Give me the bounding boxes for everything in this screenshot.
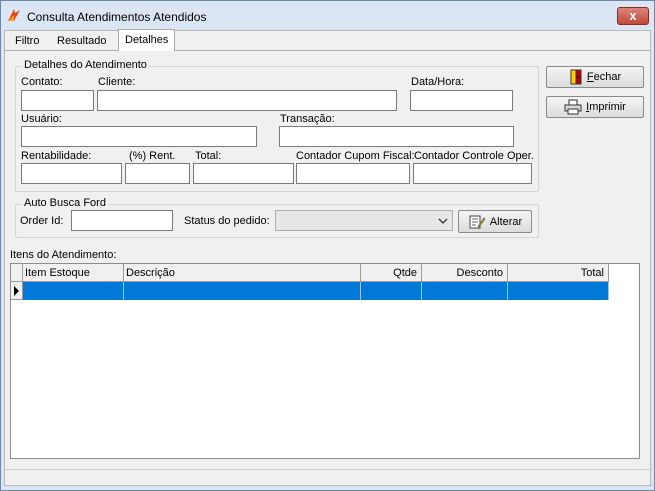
col-item-estoque[interactable]: Item Estoque: [23, 264, 124, 282]
alterar-label: Alterar: [489, 215, 523, 228]
close-icon: x: [629, 8, 637, 23]
order-id-label: Order Id:: [20, 215, 64, 227]
pct-rent-field[interactable]: [125, 163, 190, 184]
contato-field[interactable]: [21, 90, 94, 111]
status-pedido-label: Status do pedido:: [184, 215, 270, 227]
printer-icon: [564, 99, 582, 115]
col-qtde[interactable]: Qtde: [361, 264, 422, 282]
imprimir-button[interactable]: Imprimir: [546, 96, 644, 118]
grid-corner: [11, 264, 23, 282]
usuario-field[interactable]: [21, 126, 257, 147]
cliente-field[interactable]: [97, 90, 397, 111]
col-total[interactable]: Total: [508, 264, 609, 282]
order-id-input[interactable]: [71, 210, 173, 231]
cell-qtde[interactable]: [361, 282, 422, 300]
fechar-button[interactable]: Fechar: [546, 66, 644, 88]
fechar-label: echar: [593, 71, 622, 83]
pct-rent-label: (%) Rent.: [129, 150, 176, 162]
total-label: Total:: [195, 150, 222, 162]
tab-detalhes-label: Detalhes: [125, 34, 169, 46]
total-field[interactable]: [193, 163, 294, 184]
col-descricao[interactable]: Descrição: [124, 264, 361, 282]
exit-door-icon: [570, 69, 582, 85]
status-bar: [5, 469, 650, 485]
table-row[interactable]: [11, 282, 609, 300]
tab-resultado-label: Resultado: [57, 35, 107, 47]
itens-title: Itens do Atendimento:: [10, 249, 117, 261]
alterar-button[interactable]: Alterar: [458, 210, 532, 233]
title-bar[interactable]: Consulta Atendimentos Atendidos x: [1, 1, 654, 31]
rentabilidade-field[interactable]: [21, 163, 122, 184]
auto-busca-group-title: Auto Busca Ford: [22, 197, 108, 209]
cell-descricao[interactable]: [124, 282, 361, 300]
cliente-label: Cliente:: [98, 76, 136, 88]
row-indicator: [11, 282, 23, 300]
controle-oper-label: Contador Controle Oper.: [414, 150, 534, 162]
status-pedido-select[interactable]: [275, 210, 453, 231]
row-pointer-icon: [14, 286, 19, 296]
data-hora-field[interactable]: [410, 90, 513, 111]
itens-grid[interactable]: Item Estoque Descrição Qtde Desconto Tot…: [10, 263, 640, 459]
grid-header: Item Estoque Descrição Qtde Desconto Tot…: [11, 264, 609, 282]
cell-desconto[interactable]: [422, 282, 508, 300]
data-hora-label: Data/Hora:: [411, 76, 465, 88]
client-area: Filtro Resultado Detalhes Detalhes do At…: [4, 29, 651, 486]
fechar-mnemonic: F: [586, 71, 594, 83]
transacao-label: Transação:: [280, 113, 335, 125]
auto-busca-groupbox: Auto Busca Ford Order Id: Status do pedi…: [15, 197, 539, 238]
cell-item-estoque[interactable]: [23, 282, 124, 300]
rentabilidade-label: Rentabilidade:: [21, 150, 92, 162]
detalhes-group-title: Detalhes do Atendimento: [22, 59, 149, 71]
tab-detalhes[interactable]: Detalhes: [118, 29, 176, 51]
imprimir-label: mprimir: [589, 101, 626, 113]
edit-document-icon: [469, 215, 486, 228]
cupom-fiscal-field[interactable]: [296, 163, 410, 184]
cell-total[interactable]: [508, 282, 609, 300]
detalhes-groupbox: Detalhes do Atendimento Contato: Cliente…: [15, 59, 539, 192]
tab-filtro-label: Filtro: [15, 35, 40, 47]
app-logo-icon: [8, 9, 20, 21]
tab-filtro[interactable]: Filtro: [9, 32, 45, 51]
chevron-down-icon: [438, 218, 448, 224]
app-window: Consulta Atendimentos Atendidos x Filtro…: [0, 0, 655, 491]
close-button[interactable]: x: [617, 7, 649, 25]
window-title: Consulta Atendimentos Atendidos: [27, 10, 207, 24]
transacao-field[interactable]: [279, 126, 514, 147]
controle-oper-field[interactable]: [413, 163, 532, 184]
usuario-label: Usuário:: [21, 113, 62, 125]
col-desconto[interactable]: Desconto: [422, 264, 508, 282]
tab-resultado[interactable]: Resultado: [51, 32, 113, 51]
contato-label: Contato:: [21, 76, 63, 88]
cupom-fiscal-label: Contador Cupom Fiscal:: [296, 150, 415, 162]
